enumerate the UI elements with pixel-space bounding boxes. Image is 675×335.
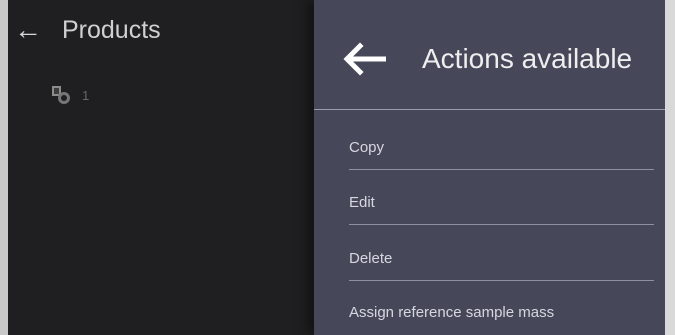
gear-icon [58,92,70,104]
screen: ← Products 1 Actions available Copy Edit [0,0,675,335]
base-header: ← Products [14,16,161,44]
copy-action-label: Copy [349,139,385,156]
edit-action[interactable]: Edit [314,170,665,225]
edit-action-label: Edit [349,194,375,211]
actions-panel-header: Actions available [314,0,665,109]
right-frame [665,0,675,335]
product-label: 1 [82,87,90,103]
assign-reference-sample-mass-label: Assign reference sample mass [349,304,555,321]
delete-action[interactable]: Delete [314,226,665,281]
actions-panel: Actions available Copy Edit Delete Assig… [314,0,665,335]
product-settings-icon [52,86,70,104]
edit-action-divider [349,224,654,225]
header-divider [314,109,665,110]
base-back-icon[interactable]: ← [14,16,42,44]
copy-action[interactable]: Copy [314,115,665,170]
actions-panel-title: Actions available [422,43,633,74]
base-page-title: Products [62,15,161,44]
assign-reference-sample-mass-action[interactable]: Assign reference sample mass [314,280,665,335]
product-list-item[interactable]: 1 [52,86,89,104]
left-frame [0,0,8,335]
delete-action-label: Delete [349,250,393,267]
arrow-left-icon[interactable] [342,39,386,79]
